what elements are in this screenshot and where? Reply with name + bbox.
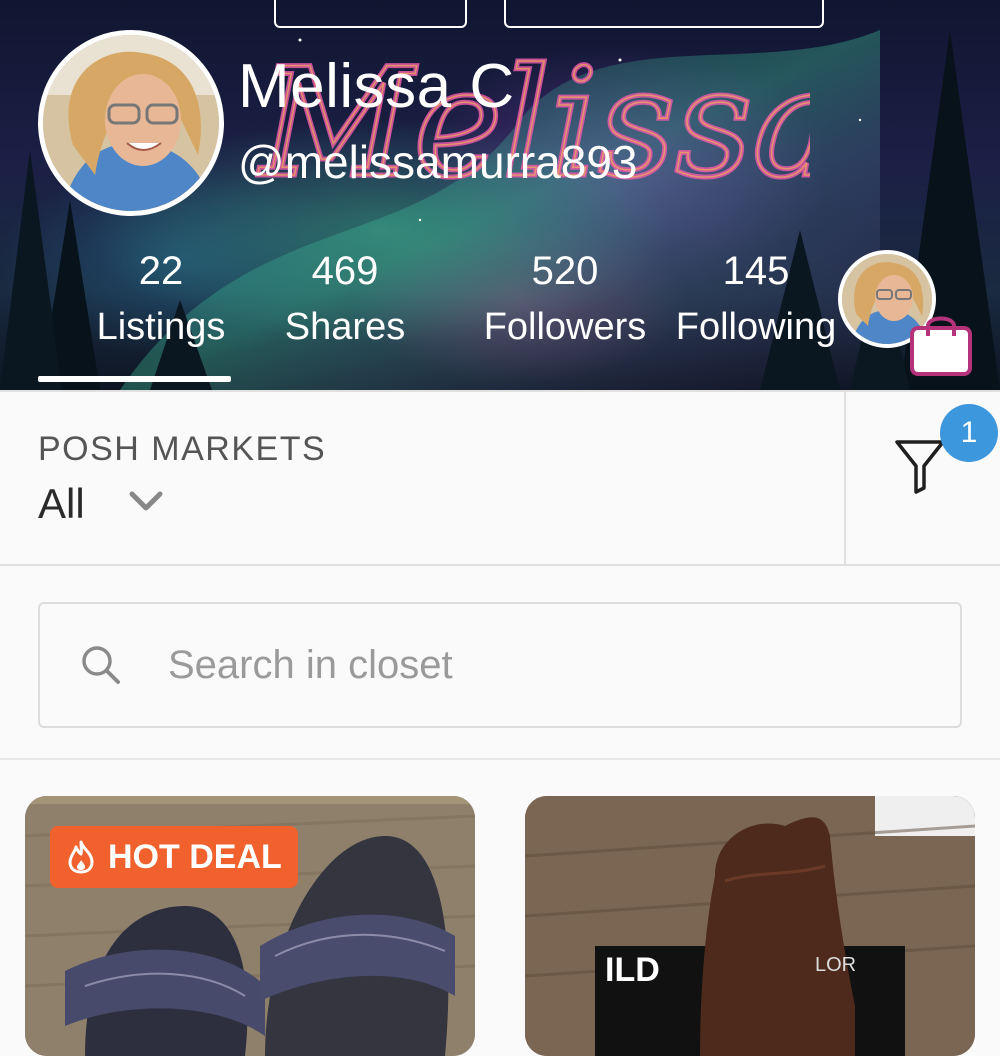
flame-icon xyxy=(68,840,94,874)
closet-search-section xyxy=(0,570,1000,760)
hot-deal-badge: HOT DEAL xyxy=(50,826,298,888)
listing-grid: HOT DEAL ILD LOR xyxy=(0,764,1000,1056)
avatar[interactable] xyxy=(38,30,224,216)
shopping-bag-icon[interactable] xyxy=(910,312,972,376)
avatar-image xyxy=(43,35,219,211)
chevron-down-icon[interactable] xyxy=(128,490,164,514)
search-box[interactable] xyxy=(38,602,962,728)
stat-value: 22 xyxy=(138,249,184,293)
funnel-icon xyxy=(895,440,945,494)
profile-action-button-secondary[interactable] xyxy=(504,0,824,28)
stat-following[interactable]: 145 Following xyxy=(668,248,844,350)
market-select-value[interactable]: All xyxy=(38,480,85,528)
username-handle: @melissamurra893 xyxy=(238,136,638,188)
stat-value: 145 xyxy=(722,249,790,293)
stat-listings[interactable]: 22 Listings xyxy=(86,248,236,350)
search-input[interactable] xyxy=(168,634,908,696)
listing-image-boot: ILD LOR xyxy=(525,796,975,1056)
listing-card[interactable]: ILD LOR xyxy=(525,796,975,1056)
active-tab-indicator xyxy=(38,376,231,382)
stat-label: Listings xyxy=(96,306,226,348)
svg-text:LOR: LOR xyxy=(815,954,856,976)
hot-deal-label: HOT DEAL xyxy=(108,838,282,876)
stat-value: 520 xyxy=(531,249,599,293)
listing-card[interactable]: HOT DEAL xyxy=(25,796,475,1056)
market-filter-bar: POSH MARKETS All 1 xyxy=(0,390,1000,566)
stat-label: Followers xyxy=(483,306,647,348)
stat-label: Following xyxy=(675,306,837,348)
svg-text:ILD: ILD xyxy=(605,951,660,989)
stat-value: 469 xyxy=(311,249,379,293)
search-icon xyxy=(82,646,120,684)
stat-followers[interactable]: 520 Followers xyxy=(472,248,658,350)
stat-label: Shares xyxy=(284,306,406,348)
display-name: Melissa C xyxy=(238,52,515,121)
posh-markets-label: POSH MARKETS xyxy=(38,430,327,468)
filter-button[interactable]: 1 xyxy=(846,392,1000,564)
filter-count-badge: 1 xyxy=(940,404,998,462)
profile-action-button[interactable] xyxy=(274,0,467,28)
profile-header: Melissa Melissa Melissa C @melissamurra8… xyxy=(0,0,1000,390)
stat-shares[interactable]: 469 Shares xyxy=(272,248,418,350)
